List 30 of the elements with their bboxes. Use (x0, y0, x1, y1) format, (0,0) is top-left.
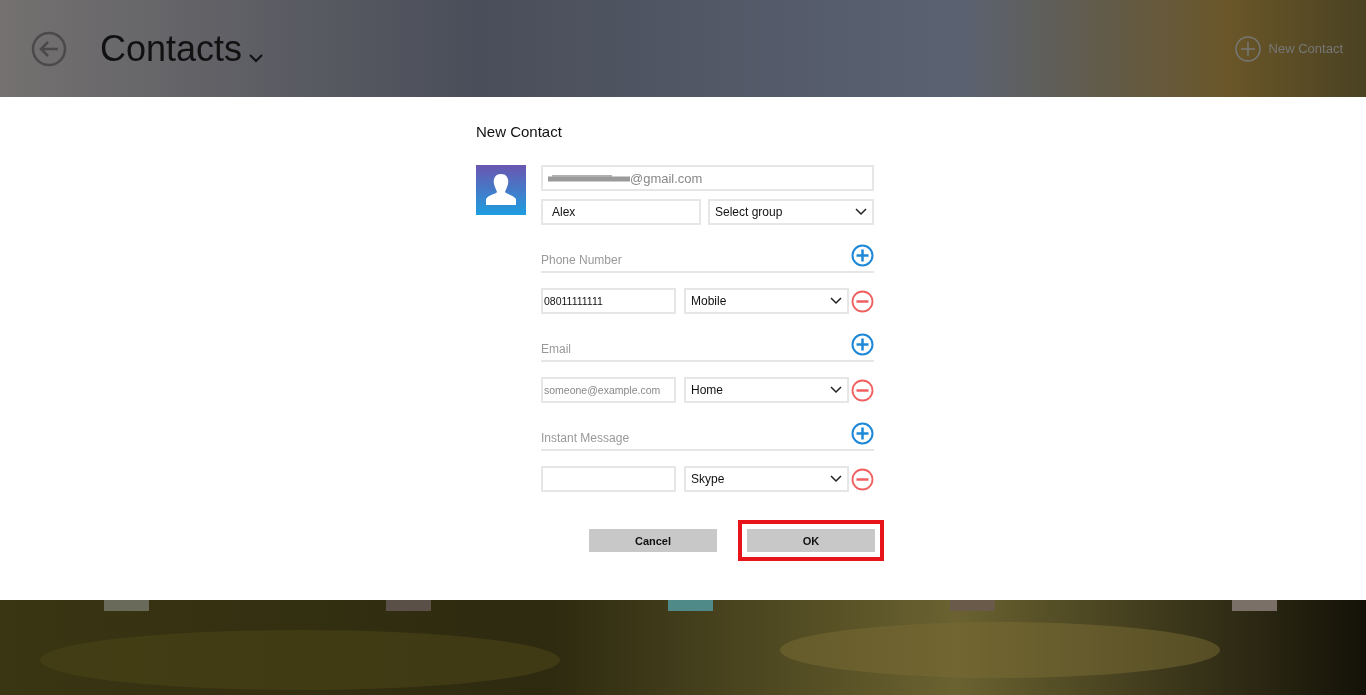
group-dropdown[interactable]: Select group (708, 199, 874, 225)
chevron-down-icon (830, 475, 842, 483)
chevron-down-icon[interactable] (248, 52, 265, 63)
add-icon[interactable] (851, 333, 874, 356)
entry-field[interactable]: someone@example.com (541, 377, 676, 403)
section-label: Phone Number (541, 251, 622, 267)
name-field[interactable]: Alex (541, 199, 701, 225)
dialog-button[interactable]: OK (747, 529, 875, 552)
entry-field[interactable] (541, 466, 676, 492)
page-title: Contacts (100, 27, 243, 70)
type-dropdown[interactable]: Mobile (684, 288, 849, 314)
entry-field[interactable]: 08011111111 (541, 288, 676, 314)
add-icon[interactable] (851, 422, 874, 445)
chevron-down-icon (830, 297, 842, 305)
avatar-icon (476, 165, 526, 215)
account-email-field[interactable]: @gmail.com (541, 165, 874, 191)
add-icon[interactable] (851, 244, 874, 267)
chevron-down-icon (855, 208, 867, 216)
type-dropdown[interactable]: Home (684, 377, 849, 403)
section-label: Instant Message (541, 429, 630, 445)
plus-icon (1234, 35, 1261, 62)
remove-icon[interactable] (851, 378, 874, 402)
type-dropdown[interactable]: Skype (684, 466, 849, 492)
dialog-button[interactable]: Cancel (589, 529, 717, 552)
dialog-title: New Contact (476, 123, 563, 140)
remove-icon[interactable] (851, 289, 874, 313)
section-label: Email (541, 340, 571, 356)
back-button[interactable] (31, 30, 67, 67)
chevron-down-icon (830, 386, 842, 394)
remove-icon[interactable] (851, 467, 874, 491)
